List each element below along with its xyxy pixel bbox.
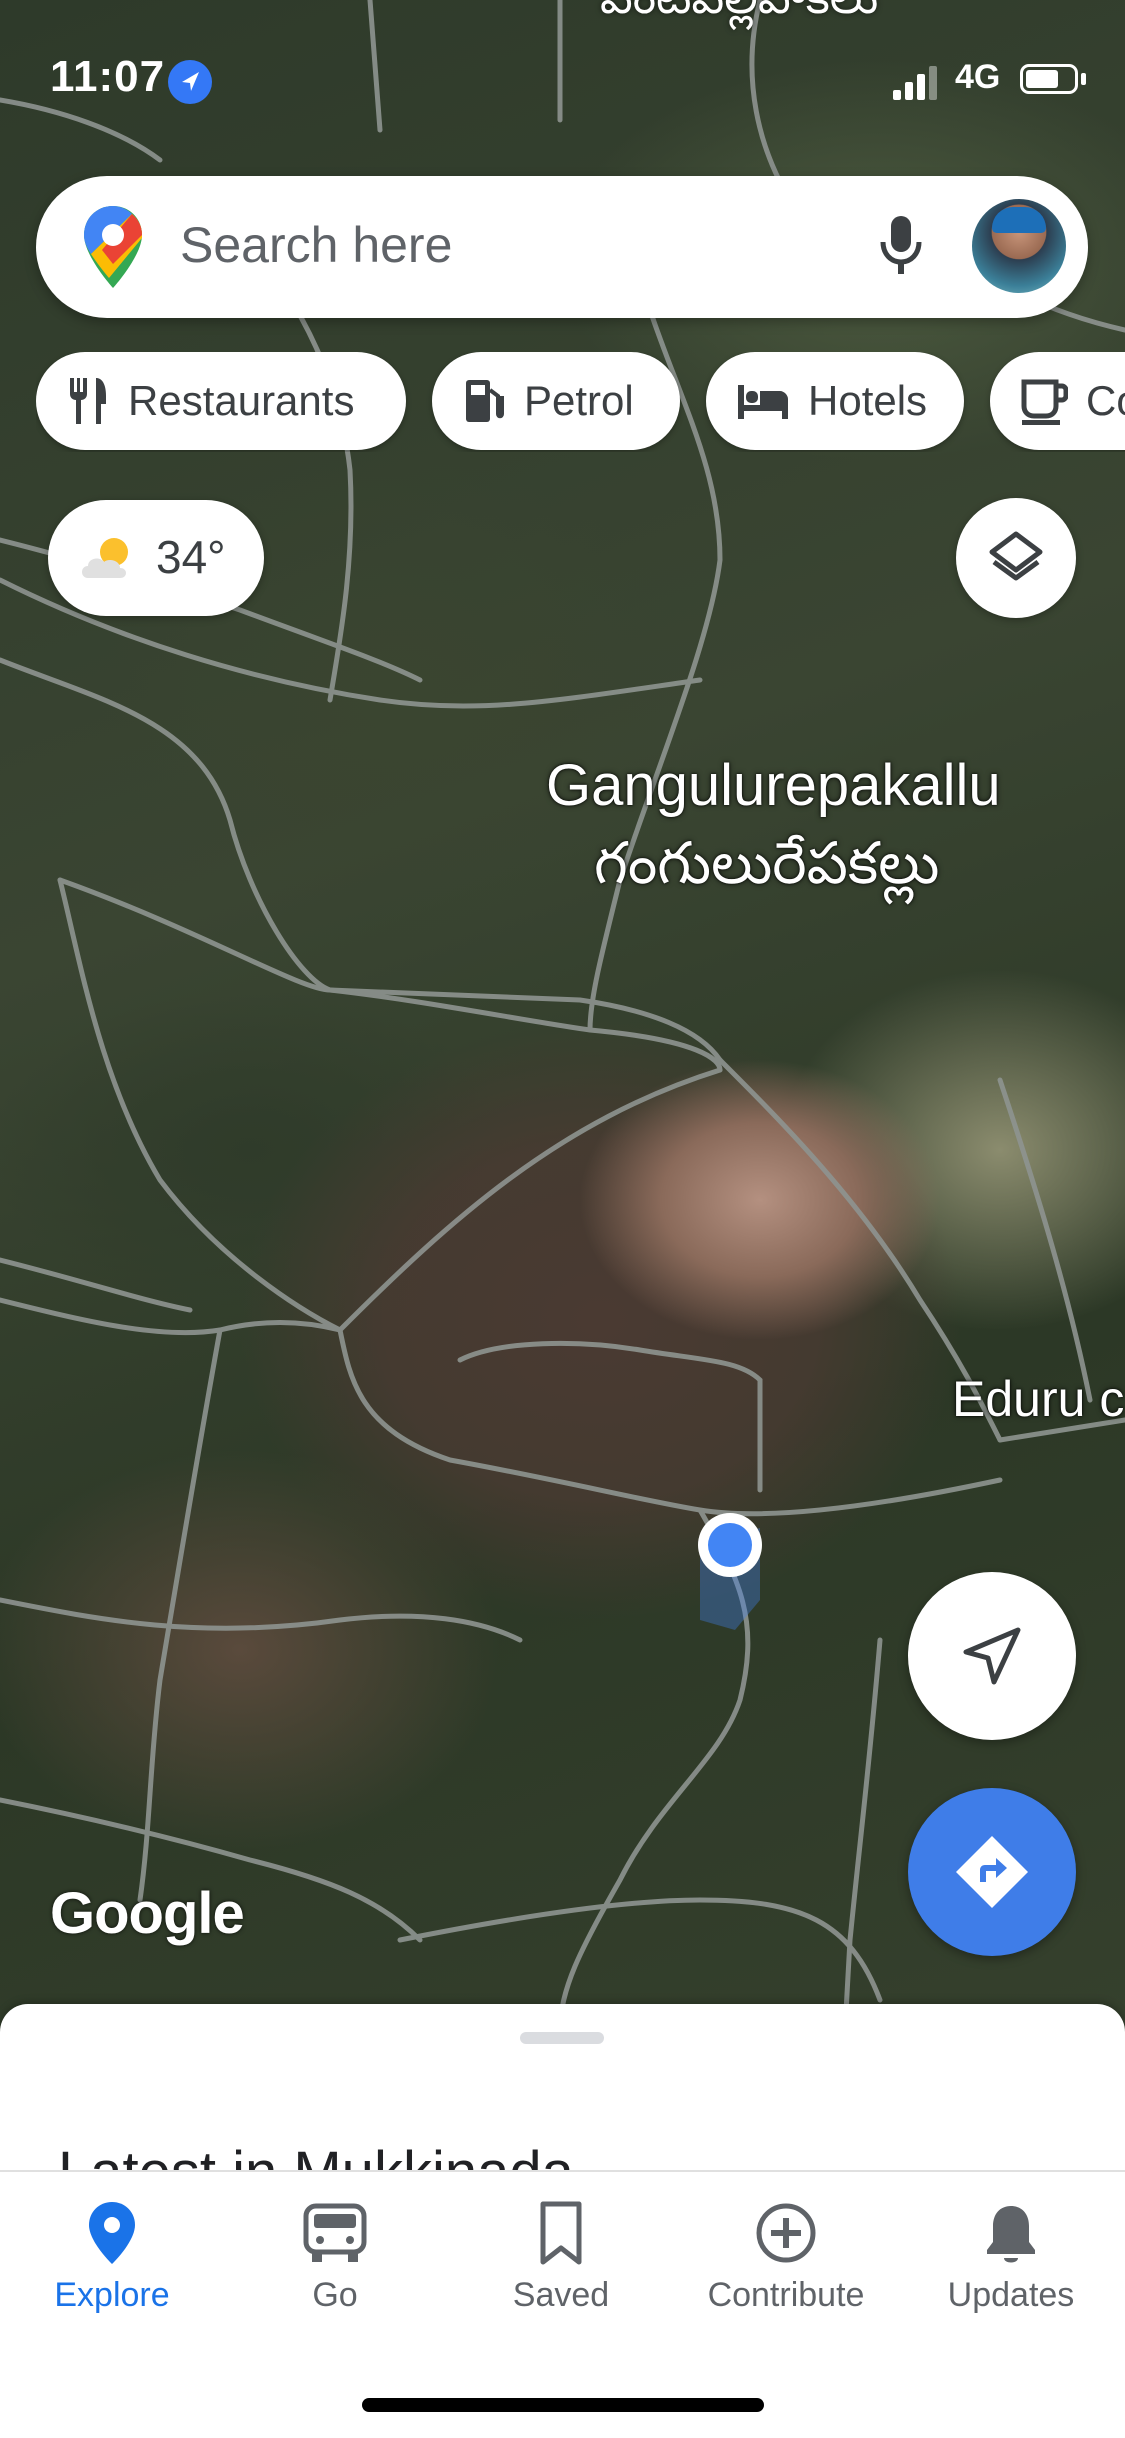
- chip-label: Co: [1086, 377, 1125, 424]
- chip-hotels[interactable]: Hotels: [706, 352, 964, 450]
- battery-level-fill: [1026, 70, 1058, 88]
- weather-temperature: 34°: [156, 531, 226, 583]
- add-circle-icon: [756, 2203, 816, 2263]
- navigation-arrow-icon: [963, 1627, 1021, 1685]
- nav-label: Contribute: [707, 2276, 865, 2314]
- layers-icon: [989, 531, 1043, 581]
- category-chips: Restaurants Petrol Hotels Co: [36, 352, 1125, 452]
- nav-explore[interactable]: Explore: [12, 2198, 212, 2315]
- directions-icon: [956, 1836, 1028, 1908]
- nav-label: Saved: [512, 2276, 610, 2314]
- chip-petrol[interactable]: Petrol: [432, 352, 680, 450]
- nav-label: Go: [312, 2276, 358, 2314]
- bookmark-icon: [540, 2201, 582, 2265]
- network-type: 4G: [955, 58, 1001, 96]
- nav-saved[interactable]: Saved: [461, 2198, 661, 2315]
- avatar-cap: [992, 207, 1046, 233]
- chip-label: Restaurants: [128, 377, 355, 424]
- chip-restaurants[interactable]: Restaurants: [36, 352, 406, 450]
- nav-updates[interactable]: Updates: [911, 2198, 1111, 2315]
- restaurant-icon: [70, 378, 106, 424]
- google-maps-logo-icon: [84, 206, 142, 288]
- directions-button[interactable]: [908, 1788, 1076, 1956]
- location-services-icon: [168, 60, 212, 104]
- map-label-place-telugu[interactable]: గంగులురేపకల్లు: [594, 830, 939, 912]
- microphone-icon[interactable]: [876, 214, 926, 280]
- profile-avatar[interactable]: [972, 199, 1066, 293]
- status-bar: 11:07 4G: [0, 0, 1125, 150]
- weather-chip[interactable]: 34°: [48, 500, 264, 616]
- nav-contribute[interactable]: Contribute: [686, 2198, 886, 2315]
- signal-icon: [893, 66, 937, 100]
- nav-label: Updates: [947, 2276, 1075, 2314]
- map-label-side[interactable]: Eduru c: [952, 1370, 1124, 1428]
- google-attribution: Google: [50, 1881, 245, 1946]
- petrol-icon: [466, 380, 504, 422]
- my-location-button[interactable]: [908, 1572, 1076, 1740]
- explore-pin-icon: [89, 2202, 135, 2264]
- search-input[interactable]: Search here: [180, 216, 452, 274]
- home-indicator[interactable]: [362, 2398, 764, 2412]
- status-time: 11:07: [50, 52, 166, 101]
- partly-cloudy-icon: [82, 538, 128, 578]
- layers-button[interactable]: [956, 498, 1076, 618]
- hotel-icon: [738, 385, 788, 419]
- chip-label: Petrol: [524, 377, 634, 424]
- nav-label: Explore: [54, 2276, 170, 2314]
- sheet-drag-handle[interactable]: [520, 2032, 604, 2044]
- bell-icon: [987, 2206, 1035, 2263]
- car-icon: [303, 2203, 367, 2262]
- search-bar[interactable]: Search here: [36, 176, 1088, 318]
- battery-cap: [1081, 73, 1086, 85]
- map-label-place-english[interactable]: Gangulurepakallu: [546, 752, 1001, 819]
- nav-go[interactable]: Go: [235, 2198, 435, 2315]
- battery-icon: [1020, 64, 1078, 94]
- chip-coffee[interactable]: Co: [990, 352, 1125, 450]
- location-dot-icon: [698, 1513, 762, 1577]
- chip-label: Hotels: [808, 377, 928, 424]
- coffee-icon: [1021, 379, 1068, 425]
